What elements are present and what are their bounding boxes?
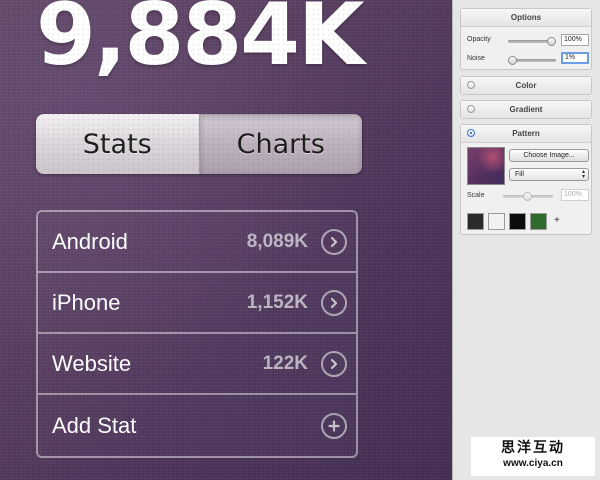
stat-row-add-stat[interactable]: Add Stat	[38, 395, 356, 456]
opacity-label: Opacity	[467, 36, 491, 43]
watermark-url-text: www.ciya.cn	[503, 458, 563, 469]
options-section: Options Opacity 100% Noise 1%	[460, 8, 592, 70]
pattern-radio[interactable]	[467, 129, 475, 137]
choose-image-button[interactable]: Choose Image...	[509, 149, 589, 162]
pattern-swatch[interactable]	[467, 213, 484, 230]
pattern-swatch[interactable]	[530, 213, 547, 230]
pattern-section: Pattern Choose Image... Fill ▴ ▾ Scale 10…	[460, 124, 592, 235]
pattern-swatch[interactable]	[488, 213, 505, 230]
section-header: Color	[461, 77, 591, 94]
gradient-radio[interactable]	[467, 105, 475, 113]
scale-label: Scale	[467, 192, 485, 199]
stat-label: Add Stat	[52, 412, 137, 438]
stat-row-website[interactable]: Website 122K	[38, 334, 356, 395]
fill-mode-value: Fill	[515, 171, 524, 178]
stat-value: 8,089K	[246, 230, 308, 252]
stat-label: Android	[52, 228, 128, 254]
color-section[interactable]: Color	[460, 76, 592, 95]
stats-list: Android 8,089K iPhone 1,152K Website 122…	[36, 210, 358, 458]
plus-circle-icon[interactable]	[321, 412, 347, 439]
noise-slider[interactable]	[508, 56, 556, 65]
stat-value: 1,152K	[246, 291, 308, 313]
noise-field[interactable]: 1%	[561, 52, 589, 64]
total-stat-number: 9,884K	[36, 0, 365, 85]
noise-label: Noise	[467, 55, 485, 62]
section-title: Pattern	[512, 129, 540, 138]
pattern-swatch[interactable]	[509, 213, 526, 230]
opacity-slider-knob[interactable]	[547, 37, 556, 46]
section-title: Options	[461, 9, 591, 27]
opacity-slider[interactable]	[508, 37, 556, 46]
segment-stats[interactable]: Stats	[36, 114, 200, 174]
site-watermark: 思洋互动 www.ciya.cn	[471, 437, 595, 476]
add-swatch-button[interactable]: +	[554, 215, 560, 226]
stat-row-iphone[interactable]: iPhone 1,152K	[38, 273, 356, 334]
color-radio[interactable]	[467, 81, 475, 89]
noise-slider-knob[interactable]	[508, 56, 517, 65]
segment-charts[interactable]: Charts	[199, 114, 362, 174]
select-arrows-icon: ▴ ▾	[581, 169, 585, 180]
section-title: Color	[515, 81, 537, 90]
app-canvas: 9,884K Stats Charts Android 8,089K iPhon…	[0, 0, 452, 480]
chevron-right-circle-icon[interactable]	[321, 289, 347, 316]
view-segmented-control: Stats Charts	[36, 114, 362, 174]
watermark-chinese-text: 思洋互动	[501, 440, 565, 456]
opacity-field[interactable]: 100%	[561, 34, 589, 46]
stat-value: 122K	[262, 352, 308, 374]
section-header: Pattern	[461, 125, 591, 143]
fill-mode-select[interactable]: Fill ▴ ▾	[509, 168, 589, 181]
chevron-right-circle-icon[interactable]	[321, 228, 347, 255]
scale-slider-knob[interactable]	[523, 192, 532, 201]
stat-row-android[interactable]: Android 8,089K	[38, 212, 356, 273]
stat-label: Website	[52, 350, 132, 376]
section-header: Gradient	[461, 101, 591, 118]
gradient-section[interactable]: Gradient	[460, 100, 592, 119]
section-title: Gradient	[509, 105, 543, 114]
scale-slider[interactable]	[503, 192, 553, 201]
chevron-right-circle-icon[interactable]	[321, 350, 347, 377]
style-inspector-panel: Options Opacity 100% Noise 1% Color Grad…	[452, 0, 600, 480]
pattern-thumbnail	[467, 147, 505, 185]
scale-field[interactable]: 100%	[561, 189, 589, 201]
stat-label: iPhone	[52, 289, 121, 315]
